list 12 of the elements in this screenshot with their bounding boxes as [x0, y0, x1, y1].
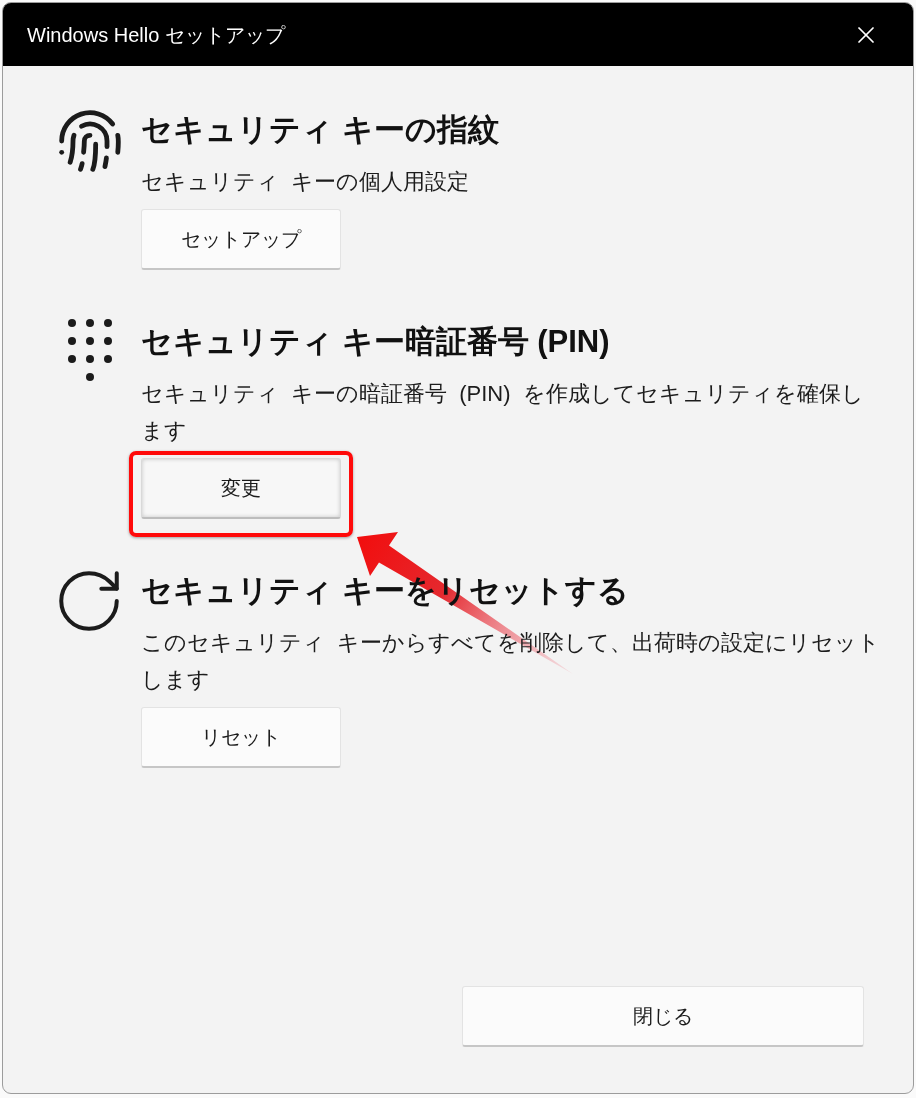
- section-title: セキュリティ キーの指紋: [141, 111, 499, 149]
- section-title: セキュリティ キー暗証番号 (PIN): [141, 323, 610, 361]
- section-description: このセキュリティ キーからすべてを削除して、出荷時の設定にリセットします: [141, 629, 881, 694]
- action-button[interactable]: セットアップ: [141, 209, 341, 270]
- section-description: セキュリティ キーの個人用設定: [141, 168, 471, 196]
- window-title: Windows Hello セットアップ: [27, 22, 285, 48]
- action-button[interactable]: リセット: [141, 707, 341, 768]
- close-dialog-button[interactable]: 閉じる: [462, 986, 864, 1047]
- fingerprint-icon: [56, 107, 124, 175]
- action-button[interactable]: 変更: [141, 458, 341, 519]
- section-description: セキュリティ キーの暗証番号 (PIN) を作成してセキュリティを確保します: [141, 380, 865, 445]
- keypad-icon: [68, 319, 112, 381]
